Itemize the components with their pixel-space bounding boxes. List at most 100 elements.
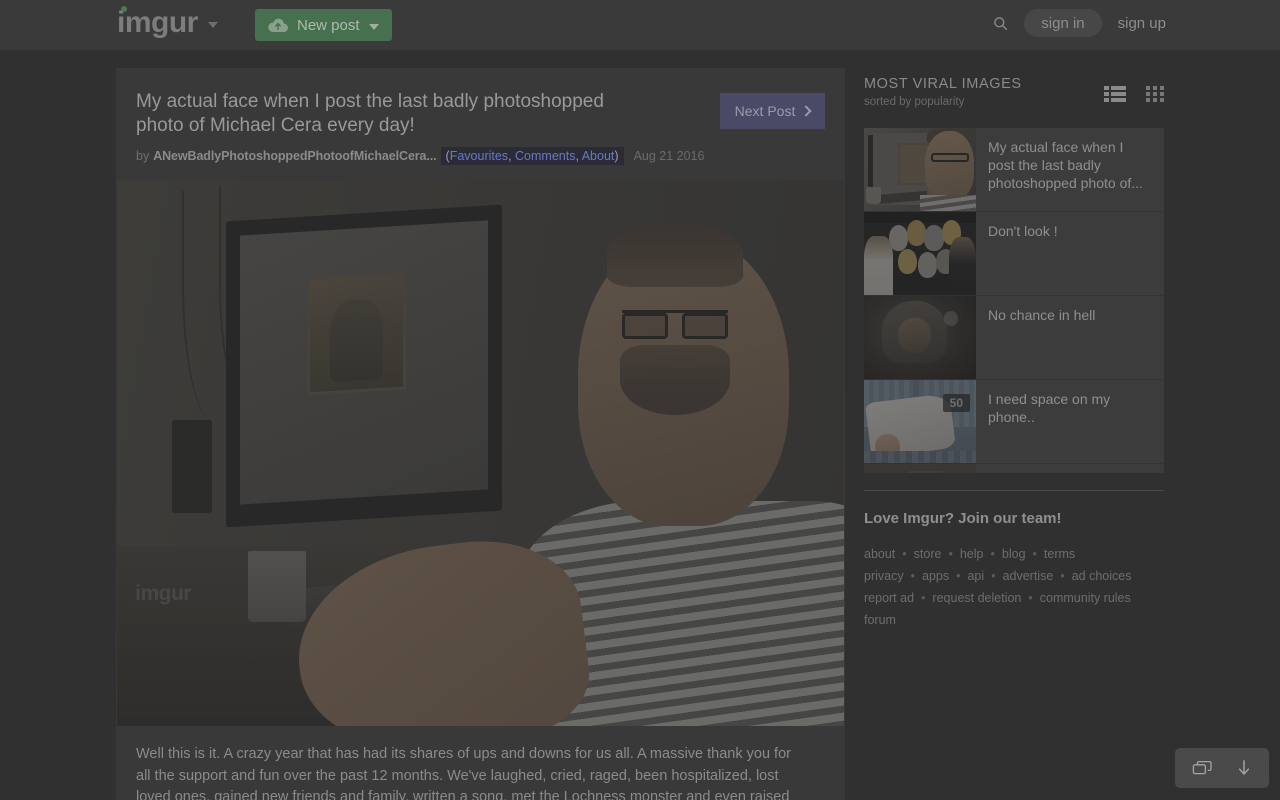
post-author-link[interactable]: ANewBadlyPhotoshoppedPhotoofMichaelCera.… bbox=[153, 149, 436, 163]
footer-sep: • bbox=[902, 547, 907, 561]
post-description: Well this is it. A crazy year that has h… bbox=[136, 746, 791, 800]
list-item[interactable] bbox=[864, 464, 1164, 473]
post-header: My actual face when I post the last badl… bbox=[116, 68, 845, 165]
top-navigation-bar: imgur New post sign in sign up bbox=[0, 0, 1280, 50]
footer-link-help[interactable]: help bbox=[960, 547, 984, 561]
footer-sep: • bbox=[1060, 569, 1065, 583]
post-byline: by ANewBadlyPhotoshoppedPhotoofMichaelCe… bbox=[136, 147, 825, 165]
footer-link-terms[interactable]: terms bbox=[1044, 547, 1075, 561]
cloud-upload-icon bbox=[268, 18, 288, 32]
search-icon[interactable] bbox=[991, 14, 1010, 33]
sign-in-label: sign in bbox=[1041, 14, 1085, 32]
footer-link-advertise[interactable]: advertise bbox=[1003, 569, 1054, 583]
join-team-heading: Love Imgur? Join our team! bbox=[864, 510, 1062, 527]
footer-link-request-deletion[interactable]: request deletion bbox=[932, 591, 1021, 605]
post-image-glasses bbox=[622, 310, 728, 340]
post-image-watermark: imgur bbox=[135, 581, 192, 605]
list-item[interactable]: Don't look ! bbox=[864, 212, 1164, 296]
footer-link-api[interactable]: api bbox=[967, 569, 984, 583]
list-item-thumbnail bbox=[864, 296, 976, 379]
post-content-panel: My actual face when I post the last badl… bbox=[116, 68, 845, 800]
grid-view-icon[interactable] bbox=[1146, 86, 1164, 103]
post-title: My actual face when I post the last badl… bbox=[136, 91, 604, 136]
post-date: Aug 21 2016 bbox=[633, 149, 705, 163]
list-item-thumbnail: 50 bbox=[864, 380, 976, 463]
arrow-down-icon[interactable] bbox=[1234, 757, 1254, 779]
comments-link[interactable]: Comments bbox=[515, 149, 575, 163]
list-item[interactable]: No chance in hell bbox=[864, 296, 1164, 380]
footer-link-ad-choices[interactable]: ad choices bbox=[1072, 569, 1132, 583]
footer-sep: • bbox=[990, 547, 995, 561]
footer-link-forum[interactable]: forum bbox=[864, 613, 896, 627]
footer-sep: • bbox=[991, 569, 996, 583]
chevron-down-icon[interactable] bbox=[207, 22, 218, 28]
sidebar-view-toggles bbox=[1104, 86, 1164, 103]
most-viral-list[interactable]: My actual face when I post the last badl… bbox=[864, 128, 1164, 473]
next-post-button[interactable]: Next Post bbox=[720, 93, 825, 129]
post-image-lens-right bbox=[682, 313, 728, 340]
footer-sep: • bbox=[921, 591, 926, 605]
list-item-thumbnail bbox=[864, 128, 976, 211]
next-post-label: Next Post bbox=[734, 103, 796, 119]
new-post-label: New post bbox=[297, 16, 360, 34]
post-image-screen bbox=[239, 220, 489, 505]
post-image[interactable]: imgur bbox=[117, 180, 844, 726]
list-item-thumbnail bbox=[864, 212, 976, 295]
list-item[interactable]: My actual face when I post the last badl… bbox=[864, 128, 1164, 212]
post-image-person bbox=[286, 222, 844, 726]
post-image-photo-figure bbox=[330, 298, 383, 383]
list-item-label: Don't look ! bbox=[988, 223, 1058, 239]
footer-link-privacy[interactable]: privacy bbox=[864, 569, 904, 583]
footer-sep: • bbox=[956, 569, 961, 583]
nav-right-group: sign in sign up bbox=[991, 9, 1168, 37]
duplicate-windows-icon[interactable] bbox=[1190, 758, 1216, 778]
footer-link-store[interactable]: store bbox=[914, 547, 942, 561]
byline-by-word: by bbox=[136, 149, 150, 163]
page-root: imgur New post sign in sign up My actual… bbox=[0, 0, 1280, 800]
sidebar: MOST VIRAL IMAGES sorted by popularity M… bbox=[864, 76, 1164, 631]
list-item-label: No chance in hell bbox=[988, 307, 1096, 323]
post-image-head bbox=[577, 222, 790, 526]
imgur-logo[interactable]: imgur bbox=[117, 6, 218, 39]
footer-sep: • bbox=[1028, 591, 1033, 605]
meta-close-paren: ) bbox=[614, 149, 619, 163]
list-item-label: I need space on my phone.. bbox=[988, 391, 1111, 425]
list-item-thumbnail bbox=[864, 464, 976, 473]
footer-link-apps[interactable]: apps bbox=[922, 569, 949, 583]
list-item[interactable]: 50 I need space on my phone.. bbox=[864, 380, 1164, 464]
post-image-speaker bbox=[171, 420, 212, 514]
chevron-right-icon bbox=[800, 105, 813, 117]
meta-sep-1: , bbox=[508, 149, 516, 163]
favourites-link[interactable]: Favourites bbox=[450, 149, 508, 163]
sidebar-divider bbox=[864, 490, 1164, 491]
new-post-button[interactable]: New post bbox=[255, 9, 392, 41]
author-meta-tooltip: (Favourites, Comments, About) bbox=[440, 147, 624, 165]
sidebar-footer: Love Imgur? Join our team! about • store • h… bbox=[864, 510, 1164, 631]
chevron-down-icon[interactable] bbox=[368, 23, 379, 30]
post-image-hair bbox=[607, 222, 743, 288]
footer-sep: • bbox=[948, 547, 953, 561]
footer-link-report-ad[interactable]: report ad bbox=[864, 591, 914, 605]
post-image-mug bbox=[247, 551, 307, 623]
logo-label: imgur bbox=[117, 6, 198, 39]
list-view-icon[interactable] bbox=[1104, 86, 1126, 103]
sidebar-header: MOST VIRAL IMAGES sorted by popularity bbox=[864, 76, 1164, 116]
footer-link-about[interactable]: about bbox=[864, 547, 895, 561]
logo-text: imgur bbox=[117, 6, 198, 39]
post-image-beard bbox=[619, 345, 730, 416]
list-item-label bbox=[976, 464, 1164, 473]
post-image-monitor bbox=[226, 204, 503, 527]
list-item-label: My actual face when I post the last badl… bbox=[988, 139, 1143, 191]
logo-dot-icon bbox=[121, 6, 127, 12]
post-image-on-screen-photo bbox=[306, 271, 407, 396]
list-item-badge: 50 bbox=[942, 394, 970, 412]
footer-link-blog[interactable]: blog bbox=[1002, 547, 1026, 561]
sign-up-link[interactable]: sign up bbox=[1116, 15, 1168, 32]
sign-up-label: sign up bbox=[1117, 14, 1166, 32]
footer-sep: • bbox=[1032, 547, 1037, 561]
sign-in-button[interactable]: sign in bbox=[1024, 9, 1102, 37]
about-link[interactable]: About bbox=[582, 149, 615, 163]
footer-links: about • store • help • blog • terms privacy • apps… bbox=[864, 543, 1169, 631]
footer-link-community-rules[interactable]: community rules bbox=[1040, 591, 1131, 605]
post-image-lens-left bbox=[622, 313, 668, 340]
